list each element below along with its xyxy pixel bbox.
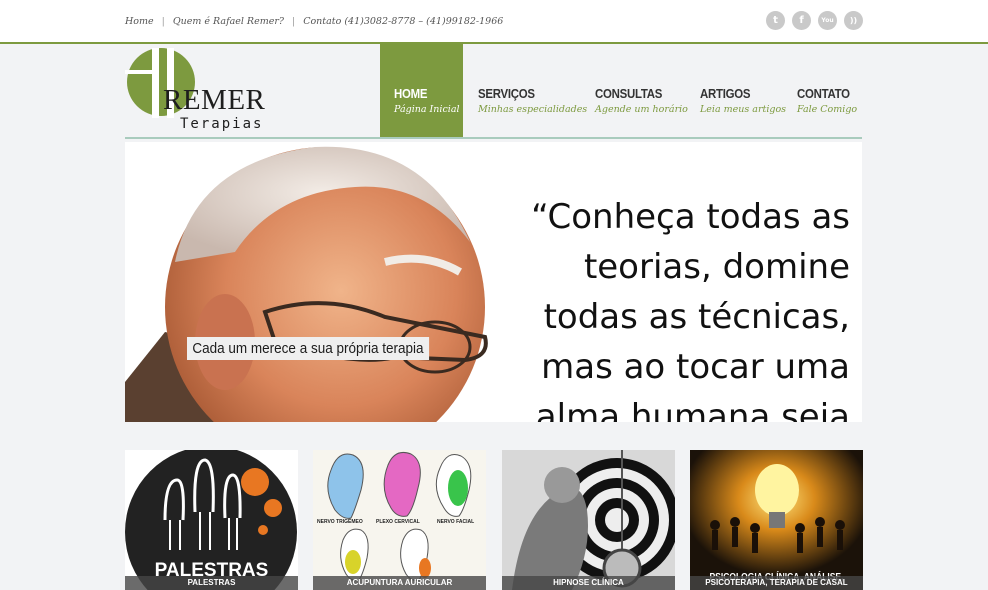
nav-item-title: HOME: [394, 86, 428, 101]
top-links: Home | Quem é Rafael Remer? | Contato (41)30…: [125, 16, 503, 27]
card-bar: PSICOTERAPIA, TERAPIA DE CASAL: [690, 576, 863, 590]
card-bar: PALESTRAS: [125, 576, 298, 590]
card-bar: HIPNOSE CLÍNICA: [502, 576, 675, 590]
lightbulb-image: [690, 450, 863, 590]
nav-item-title: CONTATO: [797, 86, 850, 101]
nav-item-home[interactable]: HOME Página Inicial: [380, 44, 463, 139]
card-bar: ACUPUNTURA AURICULAR: [313, 576, 486, 590]
top-link-contact[interactable]: Contato (41)3082-8778 – (41)99182-1966: [303, 16, 503, 27]
main-nav: HOME Página Inicial SERVIÇOS Minhas espe…: [380, 44, 860, 140]
card-hipnose[interactable]: HIPNOSE CLÍNICA: [502, 450, 675, 590]
nav-item-contato[interactable]: CONTATO Fale Comigo: [784, 44, 860, 139]
nav-item-title: ARTIGOS: [700, 86, 751, 101]
card-psicologia[interactable]: PSICOLOGIA CLÍNICA, ANÁLISE, PSICOTERAPI…: [690, 450, 863, 590]
nav-item-subtitle: Agende um horário: [595, 104, 688, 115]
nav-underline: [125, 137, 862, 139]
nav-item-title: CONSULTAS: [595, 86, 663, 101]
ear-label: NERVO FACIAL: [437, 519, 475, 525]
card-acupuntura[interactable]: NERVO TRIGÊMEO PLEXO CERVICAL NERVO FACI…: [313, 450, 486, 590]
social-icons: t f You )): [766, 11, 863, 30]
card-palestras[interactable]: PALESTRAS PALESTRAS: [125, 450, 298, 590]
ear-label: PLEXO CERVICAL: [376, 519, 420, 525]
site-logo[interactable]: REMER Terapias: [125, 48, 285, 134]
top-link-home[interactable]: Home: [125, 16, 154, 27]
nav-item-subtitle: Minhas especialidades: [478, 104, 588, 115]
nav-item-subtitle: Leia meus artigos: [700, 104, 787, 115]
separator: |: [291, 16, 296, 27]
hypnosis-image: [502, 450, 675, 590]
facebook-icon[interactable]: f: [792, 11, 811, 30]
logo-name: REMER: [163, 84, 266, 116]
hero-quote: “Conheça todas as teorias, domine todas …: [531, 197, 850, 422]
hero-portrait-image: [125, 142, 495, 422]
nav-item-subtitle: Fale Comigo: [797, 104, 858, 115]
top-link-about[interactable]: Quem é Rafael Remer?: [173, 16, 284, 27]
nav-item-title: SERVIÇOS: [478, 86, 535, 101]
nav-item-servicos[interactable]: SERVIÇOS Minhas especialidades: [463, 44, 588, 139]
youtube-icon[interactable]: You: [818, 11, 837, 30]
top-bar: Home | Quem é Rafael Remer? | Contato (41)30…: [0, 0, 988, 44]
rss-icon[interactable]: )): [844, 11, 863, 30]
separator: |: [161, 16, 165, 27]
hero-banner: Cada um merece a sua própria terapia “Co…: [125, 142, 862, 422]
logo-tagline: Terapias: [180, 116, 264, 132]
nav-item-consultas[interactable]: CONSULTAS Agende um horário: [580, 44, 688, 139]
twitter-icon[interactable]: t: [766, 11, 785, 30]
hero-caption: Cada um merece a sua própria terapia: [187, 337, 429, 360]
nav-item-artigos[interactable]: ARTIGOS Leia meus artigos: [685, 44, 787, 139]
ear-label: NERVO TRIGÊMEO: [317, 519, 363, 525]
nav-item-subtitle: Página Inicial: [394, 104, 460, 115]
